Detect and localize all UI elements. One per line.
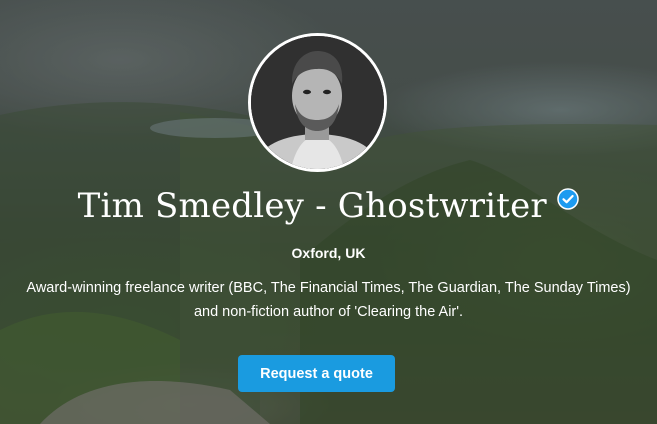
profile-name: Tim Smedley - Ghostwriter xyxy=(77,186,547,226)
request-quote-button[interactable]: Request a quote xyxy=(238,355,395,392)
profile-location: Oxford, UK xyxy=(291,245,366,261)
profile-bio: Award-winning freelance writer (BBC, The… xyxy=(26,280,631,320)
avatar xyxy=(248,33,387,172)
profile-name-row: Tim Smedley - Ghostwriter xyxy=(0,186,657,226)
profile-photo xyxy=(251,36,384,169)
verified-check-icon xyxy=(557,188,580,210)
profile-hero: Tim Smedley - Ghostwriter Oxford, UK Awa… xyxy=(0,0,657,424)
